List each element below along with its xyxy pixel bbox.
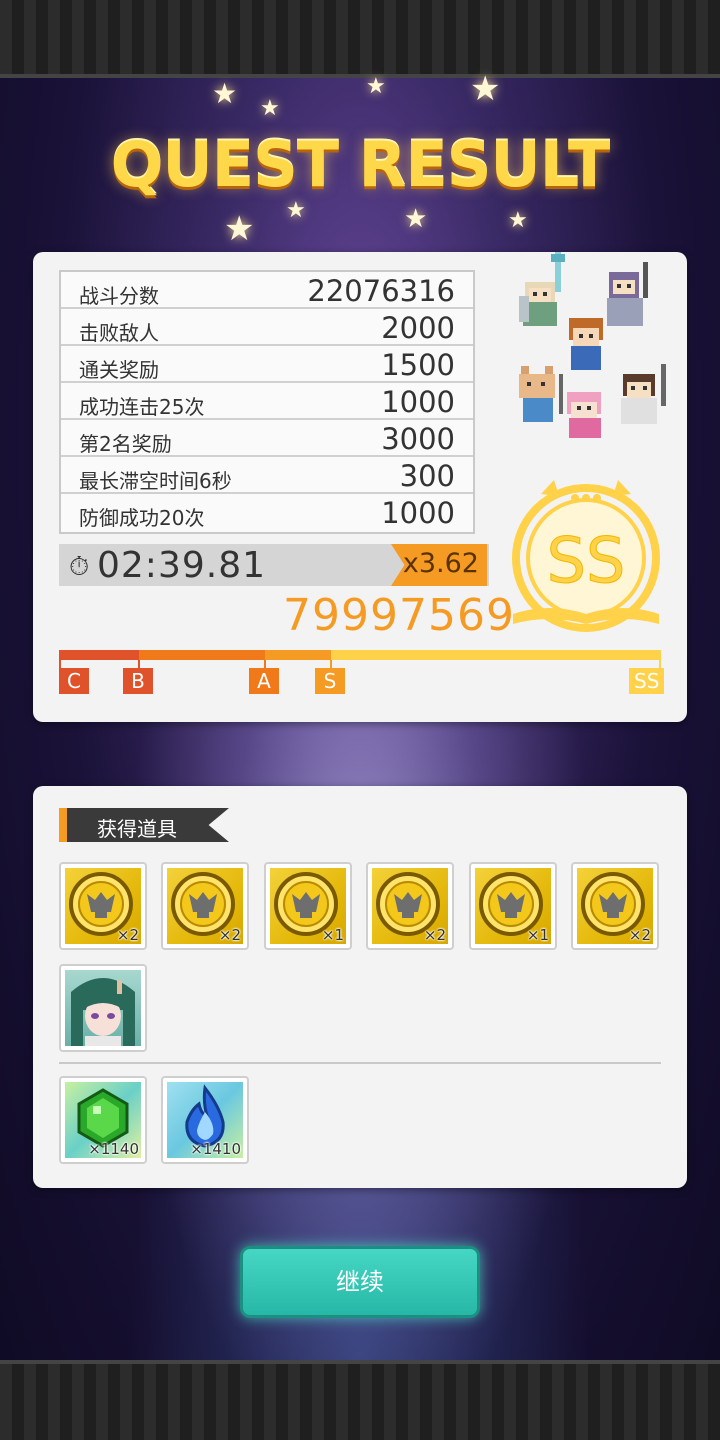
- star-icon: ★: [286, 198, 306, 223]
- character-portrait-icon: [71, 978, 135, 1046]
- section-title: 获得道具: [59, 808, 229, 842]
- stopwatch-icon: ⏱: [69, 552, 90, 582]
- reward-item[interactable]: ×2: [366, 862, 454, 950]
- score-value: 300: [399, 459, 455, 493]
- section-title-text: 获得道具: [97, 817, 177, 841]
- reward-count: ×2: [116, 926, 139, 944]
- gauge-fill-a: [265, 650, 331, 660]
- score-row: 第2名奖励 3000: [61, 420, 473, 457]
- score-label: 战斗分数: [79, 284, 159, 308]
- score-value: 22076316: [307, 274, 455, 308]
- score-row: 战斗分数 22076316: [61, 272, 473, 309]
- resource-item[interactable]: ×1410: [161, 1076, 249, 1164]
- rewards-divider: [59, 1062, 661, 1064]
- score-label: 通关奖励: [79, 358, 159, 382]
- rewards-panel: 获得道具 ×2 ×2 ×1 ×2 ×1 ×2 ×1140 ×1410: [33, 786, 687, 1188]
- resource-count: ×1410: [190, 1140, 241, 1158]
- rank-mark-b: B: [123, 668, 153, 694]
- score-row: 成功连击25次 1000: [61, 383, 473, 420]
- rank-emblem: SS: [512, 480, 660, 632]
- score-row: 击败敌人 2000: [61, 309, 473, 346]
- score-label: 最长滞空时间6秒: [79, 469, 232, 493]
- result-panel: 战斗分数 22076316 击败敌人 2000 通关奖励 1500 成功连击25…: [33, 252, 687, 722]
- gauge-fill-s: [331, 650, 661, 660]
- multiplier-value: x3.62: [402, 548, 479, 579]
- rank-mark-a: A: [249, 668, 279, 694]
- score-label: 击败敌人: [79, 321, 159, 345]
- score-value: 1000: [381, 496, 455, 530]
- reward-count: ×2: [218, 926, 241, 944]
- reward-count: ×2: [423, 926, 446, 944]
- score-value: 3000: [381, 422, 455, 456]
- star-icon: ★: [470, 69, 501, 109]
- gauge-fill-c: [59, 650, 139, 660]
- rank-gauge: C B A S SS: [59, 650, 665, 696]
- total-score: 79997569: [283, 590, 515, 641]
- star-icon: ★: [224, 209, 255, 249]
- gauge-fill-b: [139, 650, 265, 660]
- resource-count: ×1140: [88, 1140, 139, 1158]
- continue-button[interactable]: 继续: [240, 1246, 480, 1318]
- ranger-sprite-icon: [621, 364, 666, 424]
- score-row: 最长滞空时间6秒 300: [61, 457, 473, 494]
- girl-sprite-icon: [567, 392, 601, 438]
- page-title: QUEST RESULT: [110, 128, 611, 201]
- score-label: 防御成功20次: [79, 506, 205, 530]
- rank-mark-ss: SS: [629, 668, 665, 694]
- section-accent: [59, 808, 67, 842]
- bottom-frame: [0, 1360, 720, 1440]
- character-reward[interactable]: [59, 964, 147, 1052]
- star-icon: ★: [508, 208, 528, 233]
- top-frame: [0, 0, 720, 78]
- star-icon: ★: [260, 96, 280, 121]
- score-row: 防御成功20次 1000: [61, 494, 473, 531]
- rank-mark-s: S: [315, 668, 345, 694]
- reward-count: ×1: [526, 926, 549, 944]
- score-row: 通关奖励 1500: [61, 346, 473, 383]
- star-icon: ★: [366, 74, 386, 99]
- resource-item[interactable]: ×1140: [59, 1076, 147, 1164]
- score-multiplier: x3.62: [391, 544, 487, 586]
- rank-text: SS: [547, 524, 626, 597]
- reward-count: ×1: [321, 926, 344, 944]
- score-value: 2000: [381, 311, 455, 345]
- reward-item[interactable]: ×2: [571, 862, 659, 950]
- score-value: 1500: [381, 348, 455, 382]
- rank-mark-c: C: [59, 668, 89, 694]
- hero-sprite-icon: [569, 318, 603, 370]
- score-label: 第2名奖励: [79, 432, 172, 456]
- star-icon: ★: [212, 77, 238, 110]
- star-icon: ★: [404, 204, 428, 234]
- score-value: 1000: [381, 385, 455, 419]
- reward-item[interactable]: ×1: [469, 862, 557, 950]
- reward-item[interactable]: ×2: [161, 862, 249, 950]
- reward-count: ×2: [628, 926, 651, 944]
- reward-item[interactable]: ×1: [264, 862, 352, 950]
- score-table: 战斗分数 22076316 击败敌人 2000 通关奖励 1500 成功连击25…: [59, 270, 475, 534]
- reward-item[interactable]: ×2: [59, 862, 147, 950]
- party-sprites: [515, 252, 675, 452]
- clear-time: 02:39.81: [97, 545, 266, 586]
- score-label: 成功连击25次: [79, 395, 205, 419]
